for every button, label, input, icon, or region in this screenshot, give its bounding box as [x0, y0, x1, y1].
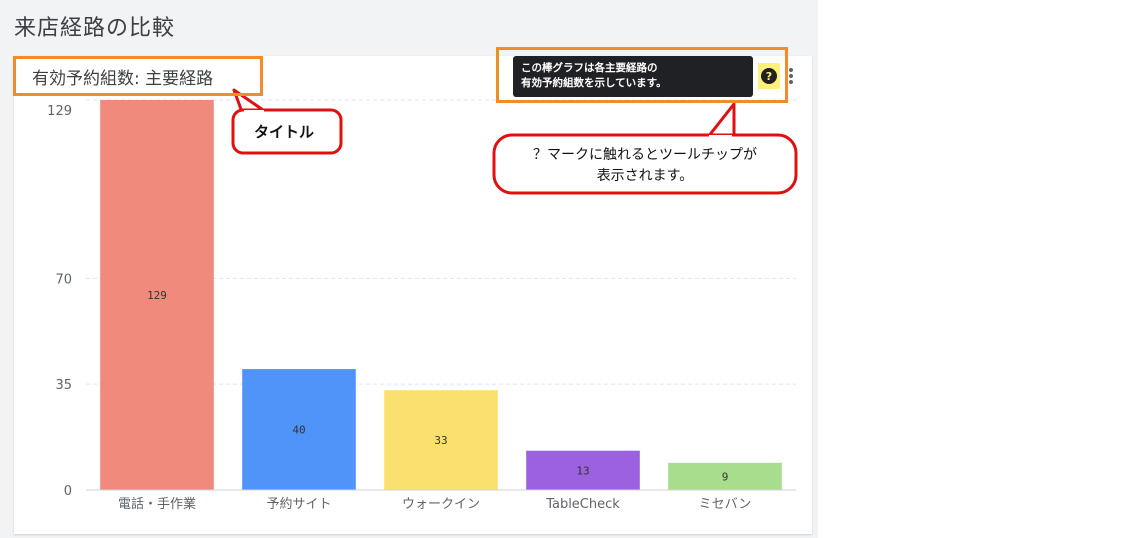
x-axis: 電話・手作業 予約サイト ウォークイン TableCheck ミセバン [118, 496, 751, 512]
x-tick-label: 電話・手作業 [118, 496, 196, 512]
x-tick-label: ミセバン [699, 497, 752, 512]
bar-data-label: 13 [576, 464, 589, 477]
tooltip-callout-pointer [706, 102, 736, 139]
tooltip-line1: この棒グラフは各主要経路の [521, 62, 658, 74]
question-circle-icon: ? [761, 68, 777, 84]
tooltip-callout: ？マークに触れるとツールチップが 表示されます。 [492, 102, 798, 195]
y-axis: 0 35 70 129 [47, 104, 72, 499]
tooltip-callout-line2: 表示されます。 [597, 168, 694, 184]
y-tick-label: 129 [47, 104, 72, 119]
chart-tooltip: この棒グラフは各主要経路の 有効予約組数を示しています。 [513, 56, 753, 97]
title-callout: タイトル [231, 88, 343, 155]
tooltip-callout-line1: ？マークに触れるとツールチップが [533, 147, 757, 163]
card-title: 有効予約組数: 主要経路 [32, 68, 214, 89]
x-tick-label: ウォークイン [402, 497, 480, 512]
bar-data-label: 129 [147, 289, 167, 302]
bar-data-label: 9 [722, 470, 729, 483]
tooltip-callout-bubble [492, 133, 798, 195]
more-vertical-icon[interactable] [786, 66, 796, 86]
y-tick-label: 35 [55, 378, 72, 393]
y-tick-label: 70 [55, 272, 72, 287]
title-callout-text: タイトル [254, 123, 314, 141]
help-button[interactable]: ? [758, 63, 780, 89]
tooltip-line2: 有効予約組数を示しています。 [521, 77, 667, 89]
x-tick-label: 予約サイト [266, 497, 331, 512]
x-tick-label: TableCheck [545, 497, 620, 512]
bar-data-label: 40 [292, 424, 305, 437]
bar-data-label: 33 [434, 434, 447, 447]
card-title-highlight: 有効予約組数: 主要経路 [13, 56, 263, 96]
tooltip-highlight: この棒グラフは各主要経路の 有効予約組数を示しています。 ? [496, 47, 788, 103]
y-tick-label: 0 [64, 484, 72, 499]
